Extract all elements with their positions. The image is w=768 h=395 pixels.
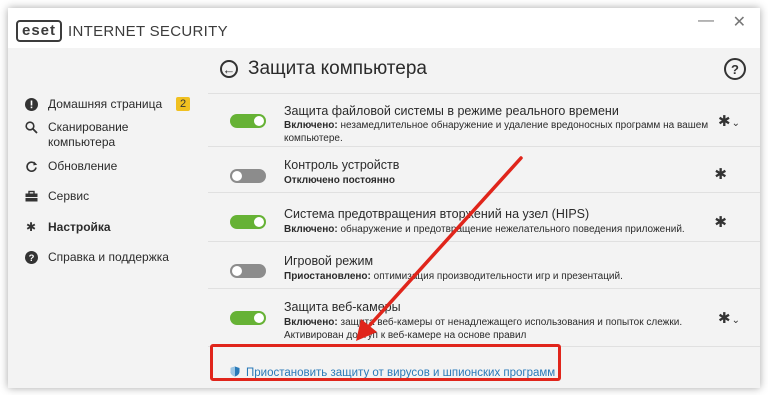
annotation-arrow	[356, 156, 523, 341]
